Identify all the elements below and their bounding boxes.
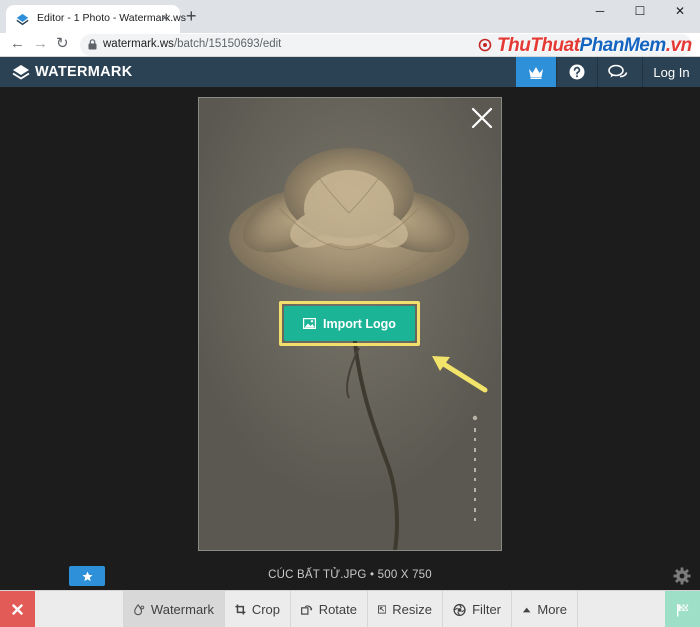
crown-icon	[529, 66, 543, 79]
tool-label: More	[537, 602, 567, 617]
new-tab-button[interactable]: +	[186, 6, 197, 26]
back-button[interactable]: ←	[10, 34, 25, 54]
droplet-icon	[134, 603, 145, 615]
caret-up-icon	[522, 607, 531, 612]
url-text: watermark.ws/batch/15150693/edit	[103, 38, 281, 50]
tab-close-icon[interactable]: ×	[161, 10, 169, 26]
tool-resize[interactable]: Resize	[368, 591, 443, 627]
site-brand-watermark: ThuThuatPhanMem.vn	[497, 35, 692, 57]
brand-part-3: .vn	[665, 35, 692, 56]
premium-button[interactable]	[516, 57, 556, 87]
address-bar[interactable]: watermark.ws/batch/15150693/edit ThuThua…	[80, 34, 692, 56]
tool-label: Crop	[251, 602, 280, 617]
crop-icon	[235, 604, 246, 615]
browser-toolbar: ← → ↻ watermark.ws/batch/15150693/edit T…	[0, 33, 700, 57]
file-info: CÚC BẤT TỬ.JPG • 500 X 750	[200, 569, 500, 581]
pointer-arrow-annotation	[432, 356, 488, 393]
import-logo-label: Import Logo	[323, 316, 396, 331]
login-button[interactable]: Log In	[642, 57, 700, 87]
tool-label: Rotate	[318, 602, 357, 617]
forward-button[interactable]: →	[33, 34, 48, 54]
extension-icon[interactable]	[478, 37, 494, 53]
favorite-button[interactable]	[69, 566, 105, 586]
url-path: /batch/15150693/edit	[173, 38, 282, 50]
chat-button[interactable]	[597, 57, 637, 87]
star-icon	[81, 570, 93, 581]
import-logo-button[interactable]: Import Logo	[284, 306, 415, 341]
minimize-button[interactable]: ─	[580, 1, 620, 23]
resize-icon	[378, 605, 387, 614]
browser-tabstrip: Editor - 1 Photo - Watermark.ws × + ─ ☐ …	[0, 0, 700, 33]
tool-more[interactable]: More	[512, 591, 578, 627]
tool-filter[interactable]: Filter	[443, 591, 512, 627]
cancel-button[interactable]	[0, 591, 35, 627]
lock-icon	[88, 39, 97, 50]
editor-toolbar: Watermark Crop Rotate Resize Filter More	[0, 590, 700, 627]
brand-part-2: PhanMem	[579, 35, 667, 56]
tool-watermark[interactable]: Watermark	[123, 591, 225, 627]
app-header: WATERMARK Log In	[0, 57, 700, 87]
tool-label: Resize	[392, 602, 432, 617]
browser-tab[interactable]: Editor - 1 Photo - Watermark.ws ×	[6, 5, 186, 33]
tool-rotate[interactable]: Rotate	[291, 591, 368, 627]
watermark-logo-icon	[12, 65, 30, 80]
file-name: CÚC BẤT TỬ.JPG	[268, 569, 367, 581]
help-icon	[569, 64, 584, 80]
window-close-button[interactable]: ✕	[660, 1, 700, 23]
tool-crop[interactable]: Crop	[225, 591, 291, 627]
image-icon	[303, 318, 317, 329]
gear-icon[interactable]	[673, 567, 691, 585]
close-overlay-icon[interactable]	[471, 107, 493, 129]
tool-label: Watermark	[150, 602, 214, 617]
maximize-button[interactable]: ☐	[620, 1, 660, 23]
file-separator: •	[369, 569, 375, 581]
file-dimensions: 500 X 750	[377, 569, 432, 581]
editor-workspace: Import Logo CÚC BẤT TỬ.JPG • 500 X 750	[0, 87, 700, 590]
close-icon	[12, 604, 23, 615]
finish-button[interactable]	[665, 591, 700, 627]
checkered-flag-icon	[676, 603, 688, 616]
rotate-icon	[301, 605, 313, 615]
url-host: watermark.ws	[103, 38, 174, 50]
brand-part-1: ThuThuat	[497, 35, 580, 56]
logo-text[interactable]: WATERMARK	[35, 64, 132, 80]
filter-icon	[453, 603, 466, 616]
help-button[interactable]	[556, 57, 596, 87]
chat-icon	[607, 64, 627, 78]
reload-button[interactable]: ↻	[56, 34, 69, 54]
watermark-favicon-icon	[16, 13, 29, 26]
tool-label: Filter	[472, 602, 501, 617]
